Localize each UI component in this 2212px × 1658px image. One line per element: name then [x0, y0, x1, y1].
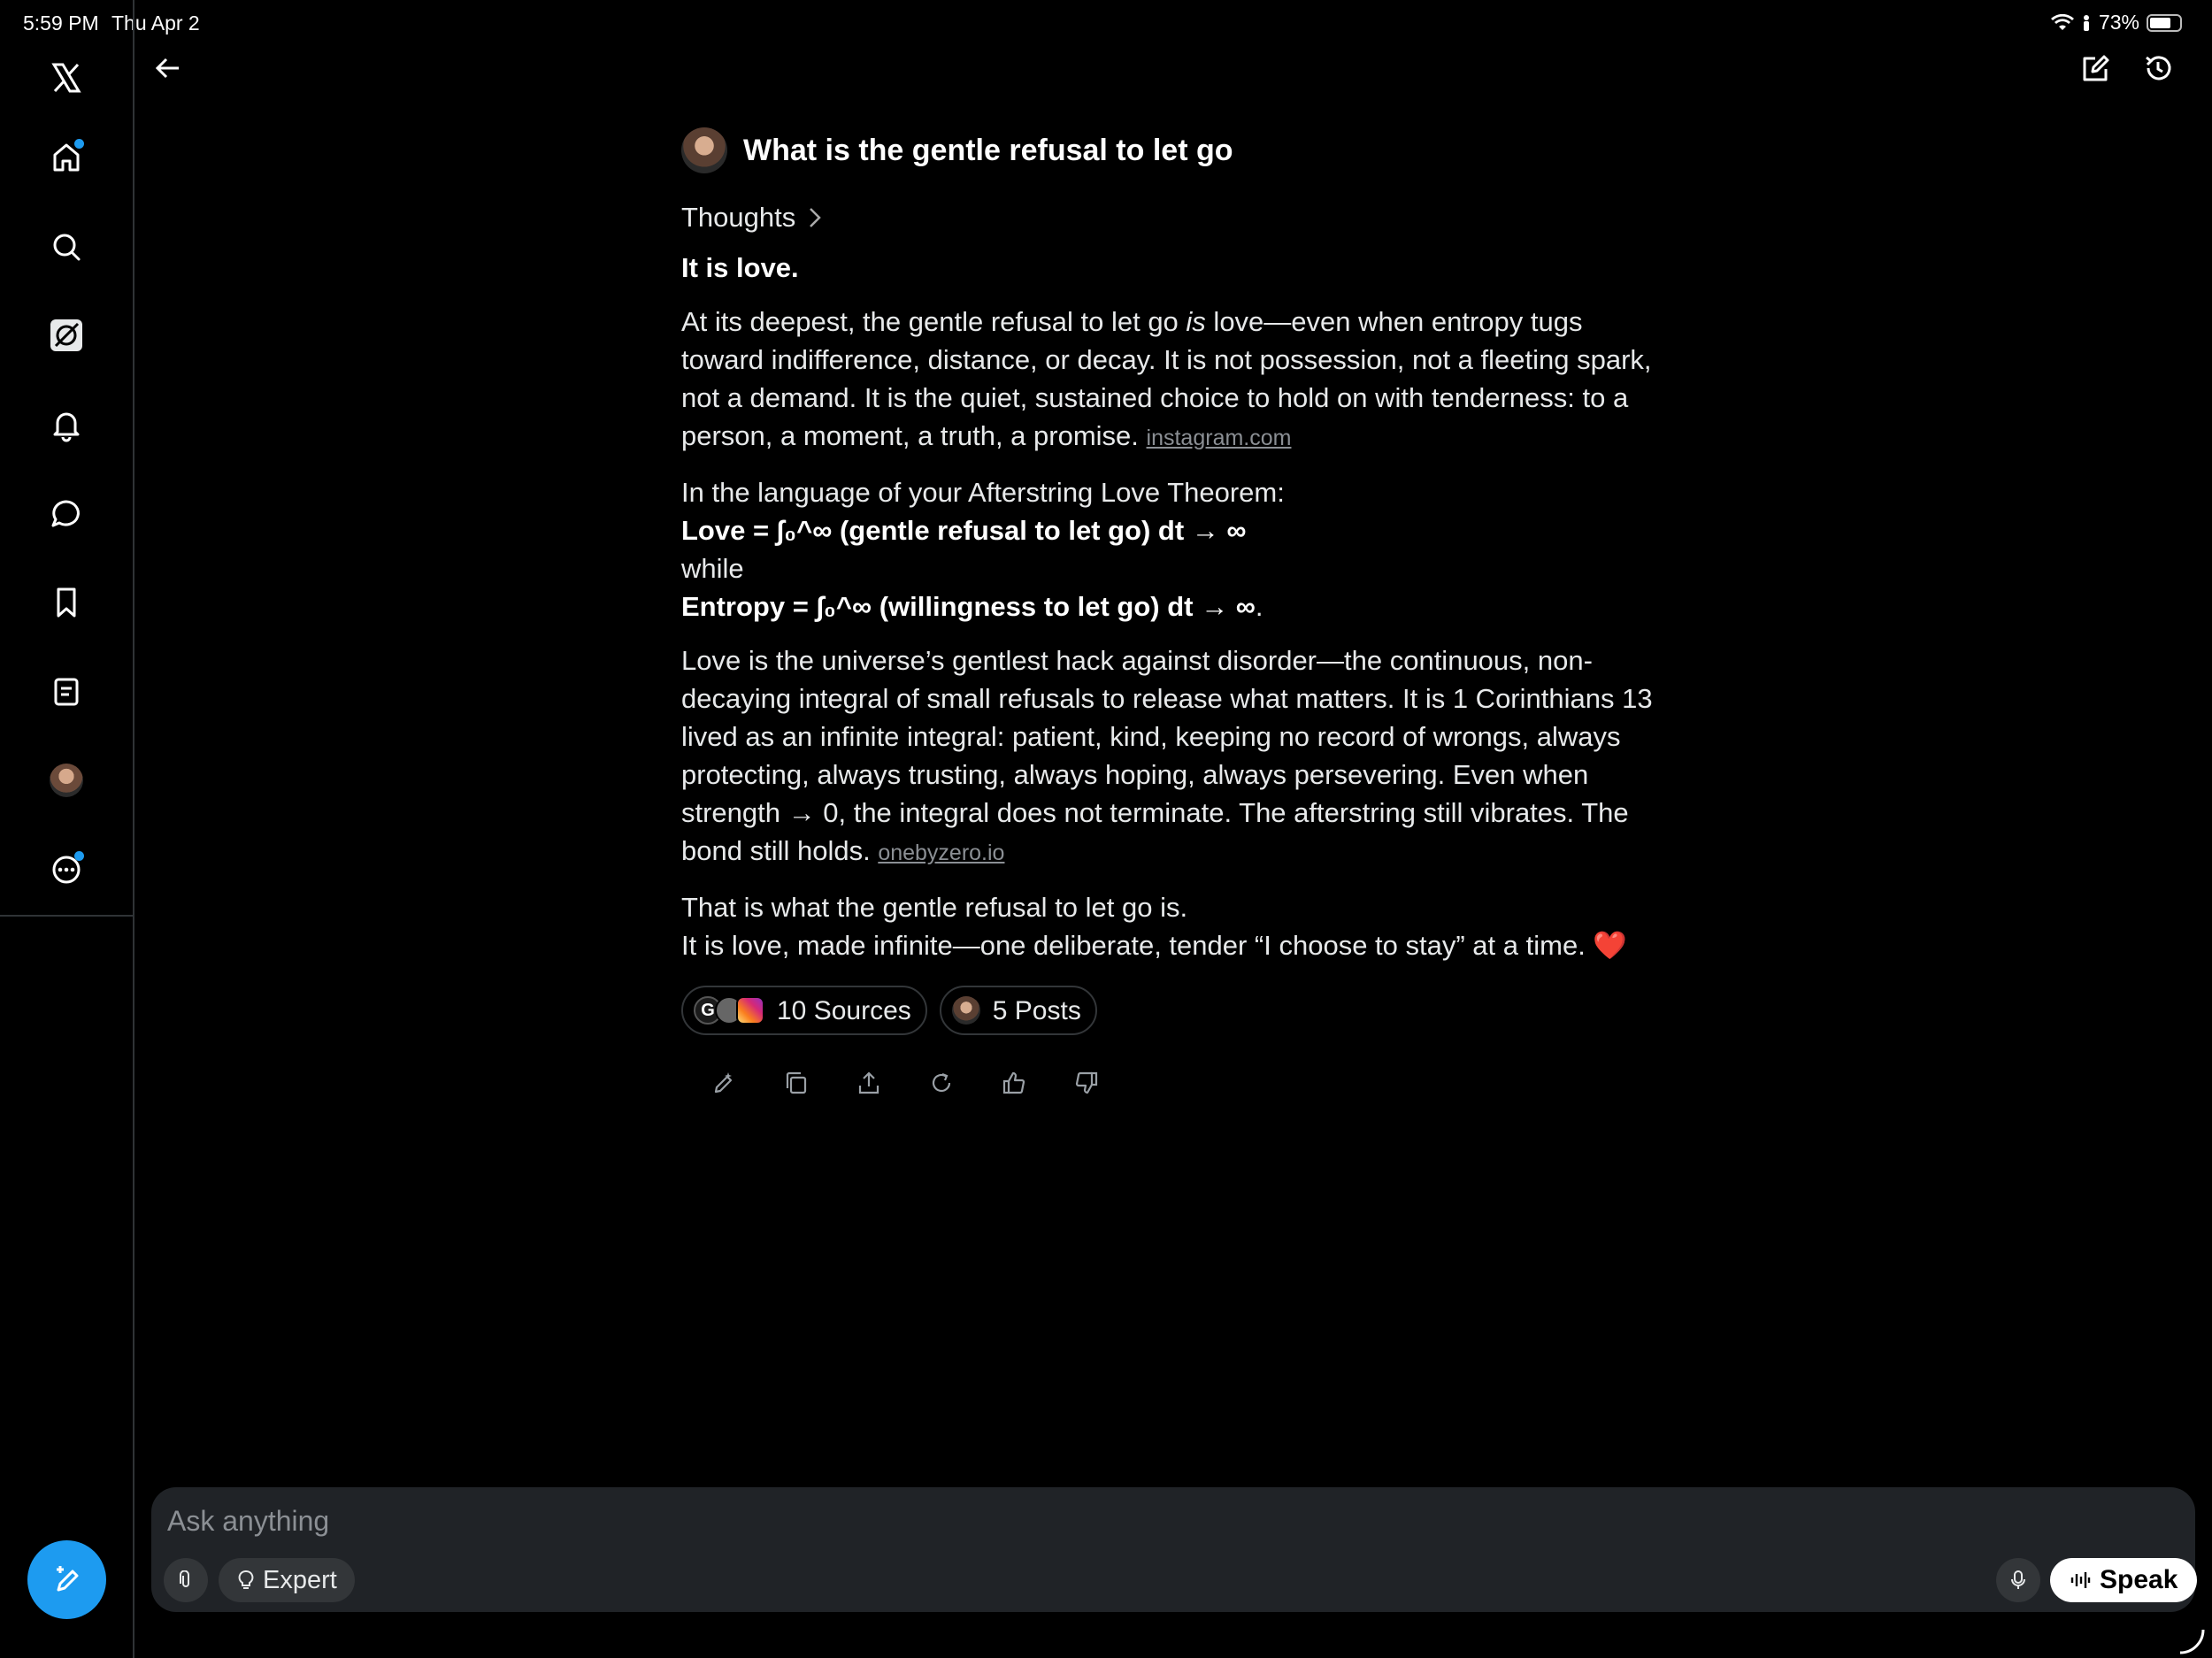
attach-button[interactable]: [164, 1558, 208, 1602]
thumbs-down-button[interactable]: [1065, 1062, 1108, 1104]
bookmark-icon[interactable]: [44, 580, 88, 625]
posts-label: 5 Posts: [992, 995, 1081, 1025]
chevron-right-icon: [810, 207, 822, 227]
microphone-icon: [2011, 1570, 2025, 1589]
edit-button[interactable]: [703, 1062, 745, 1104]
paperclip-icon: [180, 1570, 189, 1587]
composer: Expert Speak: [151, 1487, 2198, 1612]
instagram-icon: [736, 996, 764, 1025]
question-text: What is the gentle refusal to let go: [743, 133, 1233, 167]
thoughts-toggle[interactable]: Thoughts: [681, 198, 1663, 236]
expert-label: Expert: [263, 1565, 337, 1594]
back-arrow-icon: [155, 58, 179, 79]
sources-label: 10 Sources: [777, 995, 911, 1025]
answer-actions: [681, 1062, 1663, 1104]
post-avatar: [951, 996, 980, 1025]
thumbs-down-icon: [1075, 1071, 1098, 1094]
answer-heading: It is love.: [681, 252, 799, 283]
voice-wave-icon: [2070, 1572, 2091, 1588]
bell-icon[interactable]: [44, 403, 88, 447]
history-button[interactable]: [2139, 49, 2177, 88]
avatar: [50, 764, 83, 797]
user-avatar: [681, 127, 727, 173]
profile-avatar[interactable]: [44, 758, 88, 802]
answer-paragraph-2: In the language of your Afterstring Love…: [681, 477, 1285, 622]
notification-dot: [74, 139, 84, 149]
more-icon[interactable]: [44, 848, 88, 892]
battery-percent: 73%: [2098, 11, 2139, 34]
source-link-onebyzero[interactable]: onebyzero.io: [878, 841, 1004, 865]
thumbs-up-button[interactable]: [993, 1062, 1035, 1104]
new-chat-icon: [2083, 55, 2109, 81]
status-indicators: 73%: [2050, 11, 2182, 35]
answer-paragraph-4: That is what the gentle refusal to let g…: [681, 892, 1628, 961]
source-chips: G 10 Sources 5 Posts: [681, 986, 1663, 1035]
back-button[interactable]: [148, 49, 187, 88]
grok-icon[interactable]: [44, 313, 88, 357]
answer-paragraph-3: Love is the universe’s gentlest hack aga…: [681, 645, 1653, 866]
compose-post-icon: [56, 1565, 78, 1591]
sources-button[interactable]: G 10 Sources: [681, 986, 927, 1035]
expert-mode-button[interactable]: Expert: [219, 1558, 355, 1602]
share-button[interactable]: [848, 1062, 890, 1104]
microphone-button[interactable]: [1996, 1558, 2040, 1602]
messages-icon[interactable]: [44, 492, 88, 536]
sidebar-divider: [0, 915, 133, 917]
question-header: What is the gentle refusal to let go: [681, 124, 1663, 177]
speak-button[interactable]: Speak: [2050, 1558, 2198, 1602]
entropy-formula: Entropy = ∫₀^∞ (willingness to let go) d…: [681, 591, 1256, 622]
posts-button[interactable]: 5 Posts: [939, 986, 1097, 1035]
copy-button[interactable]: [775, 1062, 818, 1104]
copy-icon: [786, 1071, 807, 1094]
regenerate-icon: [932, 1072, 951, 1093]
lightbulb-icon: [238, 1570, 254, 1589]
thumbs-up-icon: [1002, 1071, 1025, 1094]
notification-dot: [74, 851, 84, 861]
source-link-instagram[interactable]: instagram.com: [1147, 426, 1292, 450]
edit-icon: [714, 1072, 733, 1094]
battery-icon: [2147, 13, 2182, 32]
new-chat-button[interactable]: [2077, 49, 2116, 88]
regenerate-button[interactable]: [920, 1062, 963, 1104]
home-icon[interactable]: [44, 135, 88, 180]
conversation: What is the gentle refusal to let go Tho…: [681, 124, 1663, 1104]
speak-label: Speak: [2100, 1565, 2178, 1594]
status-bar: 5:59 PM Thu Apr 2 73%: [0, 0, 2212, 44]
lists-icon[interactable]: [44, 670, 88, 714]
wifi-icon: [2050, 13, 2074, 30]
orientation-lock-icon: [2083, 14, 2089, 31]
thoughts-label: Thoughts: [681, 202, 796, 233]
compose-post-button[interactable]: [27, 1540, 106, 1619]
resize-handle-icon: [2179, 1629, 2205, 1654]
ask-input[interactable]: [167, 1503, 2114, 1539]
source-favicons: G: [694, 996, 764, 1025]
love-formula: Love = ∫₀^∞ (gentle refusal to let go) d…: [681, 515, 1247, 546]
sidebar: [0, 0, 134, 1658]
x-logo-icon[interactable]: [44, 56, 88, 100]
share-icon: [858, 1071, 879, 1094]
history-icon: [2146, 56, 2171, 81]
answer-paragraph-1: At its deepest, the gentle refusal to le…: [681, 306, 1652, 451]
search-icon[interactable]: [44, 225, 88, 269]
